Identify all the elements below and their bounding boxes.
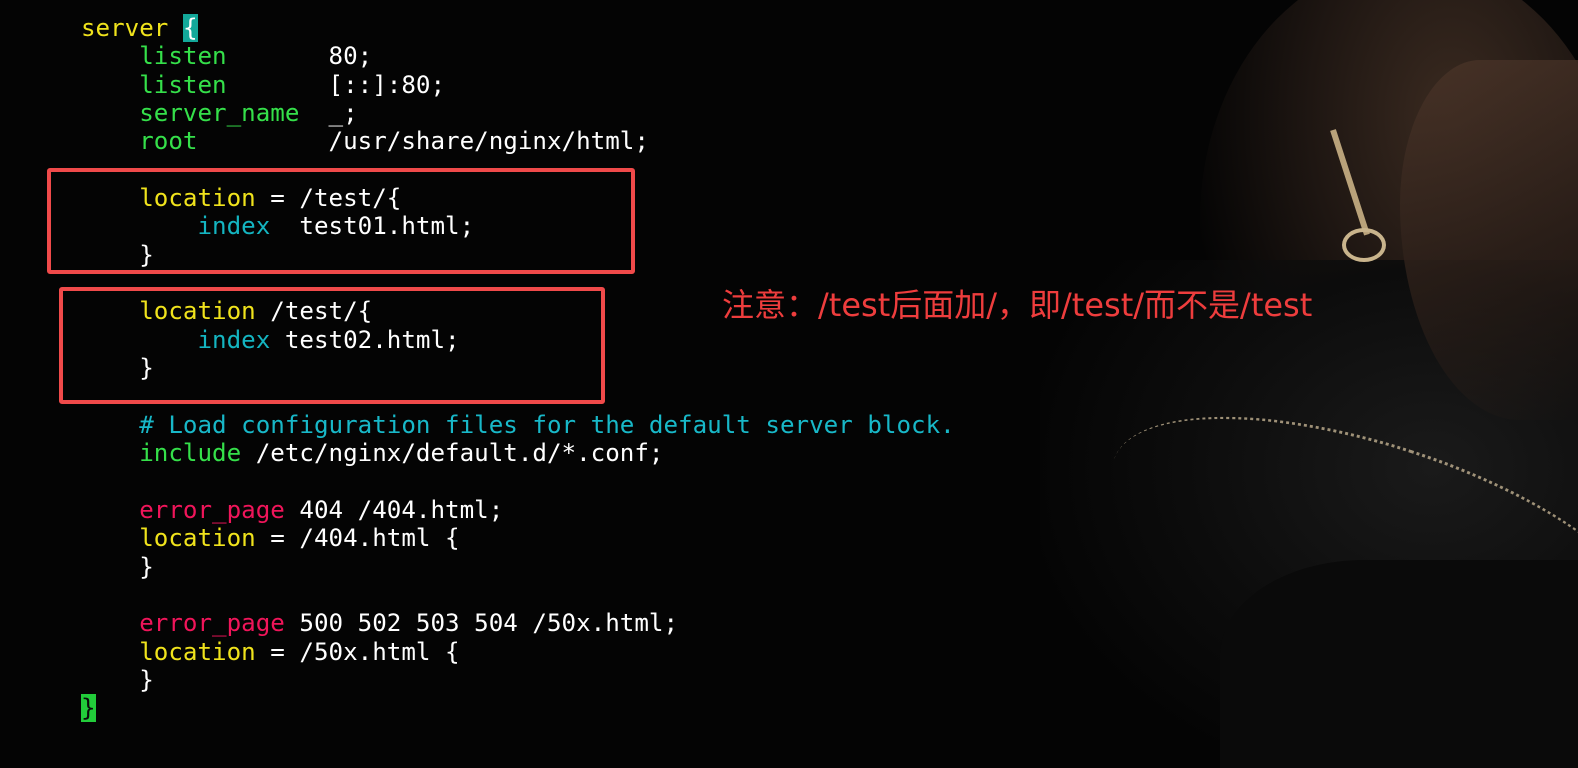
code-token: # Load configuration files for the defau… xyxy=(139,410,955,439)
code-line: } xyxy=(81,666,955,694)
code-line: } xyxy=(81,694,955,723)
code-token: include xyxy=(139,439,242,468)
code-token: = /404.html { xyxy=(255,524,460,553)
code-token: server_name xyxy=(139,99,300,128)
code-line: listen 80; xyxy=(81,42,955,70)
code-token: error_page xyxy=(139,495,285,524)
earring-charm-image xyxy=(1342,228,1386,262)
code-token: 500 502 503 504 /50x.html; xyxy=(284,609,679,638)
code-token: listen xyxy=(139,70,227,99)
code-token: = /50x.html { xyxy=(255,637,460,666)
code-token: location xyxy=(139,637,256,666)
code-line: # Load configuration files for the defau… xyxy=(81,410,955,439)
code-token: /etc/nginx/default.d/*.conf; xyxy=(241,439,664,468)
code-token: error_page xyxy=(139,609,285,638)
code-token: root xyxy=(139,127,198,156)
code-token: } xyxy=(81,665,154,694)
code-token: _; xyxy=(299,99,358,128)
code-line: server_name _; xyxy=(81,99,955,127)
code-line: root /usr/share/nginx/html; xyxy=(81,127,955,155)
code-token: 404 /404.html; xyxy=(284,495,504,524)
code-token: /usr/share/nginx/html; xyxy=(197,127,649,156)
code-token: location xyxy=(139,524,256,553)
code-line: error_page 404 /404.html; xyxy=(81,496,955,524)
code-line: listen [::]:80; xyxy=(81,71,955,99)
code-line: location = /404.html { xyxy=(81,524,955,552)
code-token: server xyxy=(81,14,169,42)
code-line: server { xyxy=(81,14,955,42)
code-token: } xyxy=(81,552,154,581)
highlight-box-exact-location xyxy=(47,168,635,274)
code-token: listen xyxy=(139,42,227,71)
code-line: include /etc/nginx/default.d/*.conf; xyxy=(81,439,955,467)
collar-image xyxy=(1220,560,1578,768)
code-token: { xyxy=(182,14,198,42)
code-token: 80; xyxy=(226,42,373,71)
highlight-box-prefix-location xyxy=(59,287,605,404)
code-token: [::]:80; xyxy=(226,70,446,99)
code-line: location = /50x.html { xyxy=(81,638,955,666)
code-line: error_page 500 502 503 504 /50x.html; xyxy=(81,609,955,637)
annotation-note: 注意：/test后面加/，即/test/而不是/test xyxy=(722,286,1313,324)
code-line: } xyxy=(81,553,955,581)
terminal-window[interactable]: server { listen 80; listen [::]:80; serv… xyxy=(0,0,1578,768)
background-photo xyxy=(980,0,1578,768)
code-token: } xyxy=(81,694,96,723)
